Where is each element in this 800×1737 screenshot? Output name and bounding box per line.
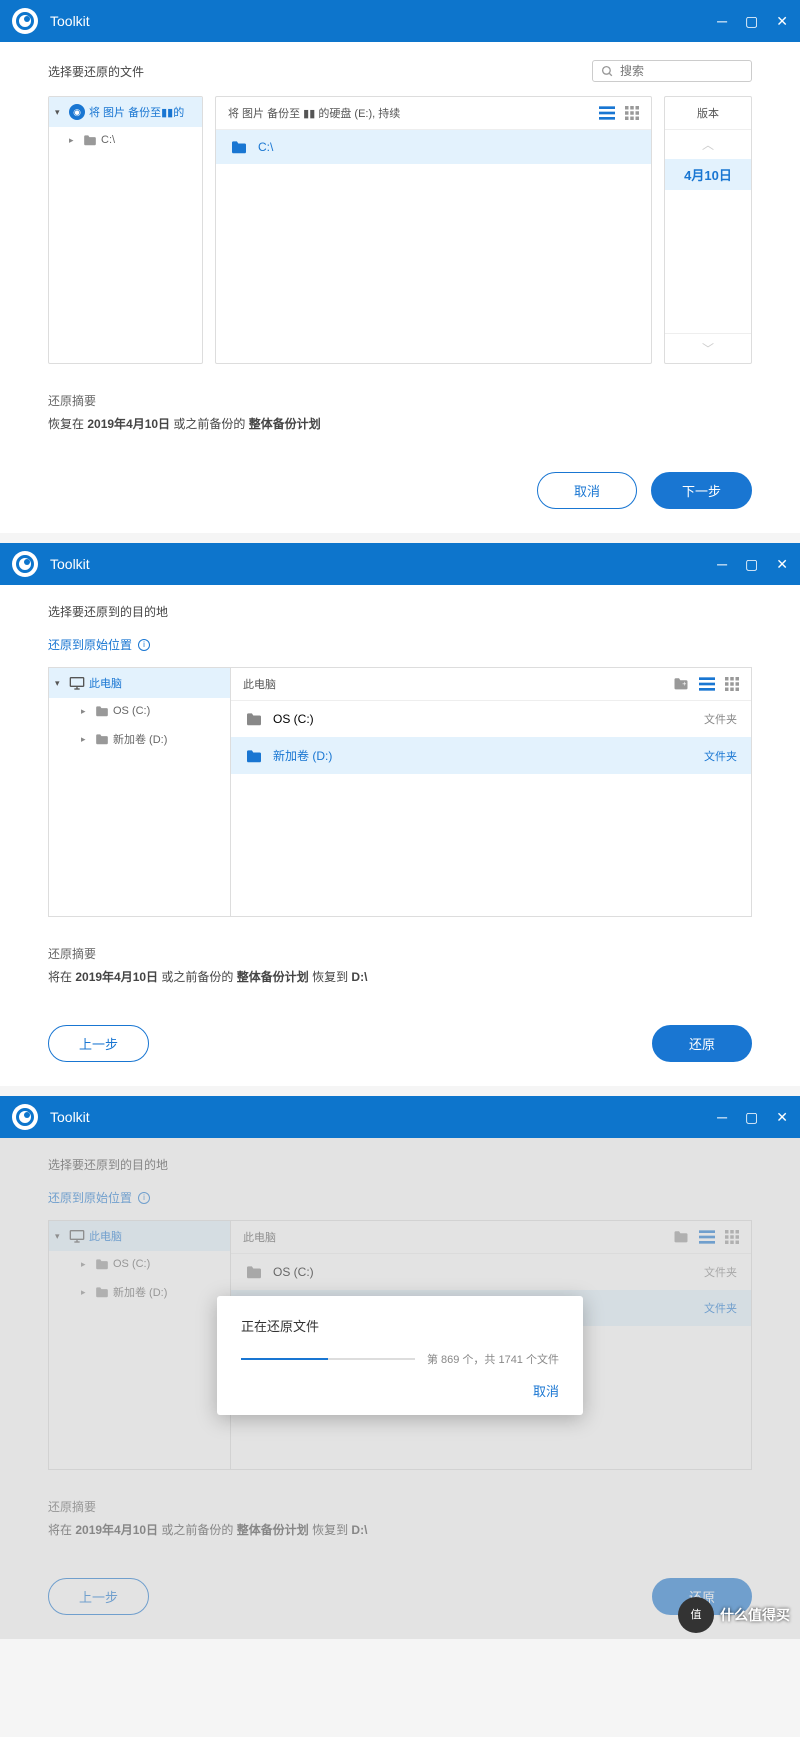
next-button[interactable]: 下一步 [651, 472, 752, 509]
titlebar: Toolkit ─ ▢ ✕ [0, 1096, 800, 1138]
file-panel: 将 图片 备份至 ▮▮ 的硬盘 (E:), 持续 [215, 96, 652, 364]
tree-drive-c[interactable]: ▸ C:\ [49, 127, 202, 153]
app-logo-icon [12, 551, 38, 577]
grid-view-icon[interactable] [725, 677, 739, 691]
folder-icon [245, 749, 263, 763]
minimize-icon[interactable]: ─ [717, 557, 727, 571]
close-icon[interactable]: ✕ [776, 14, 788, 28]
minimize-icon[interactable]: ─ [717, 1110, 727, 1124]
folder-icon [83, 134, 97, 146]
new-folder-icon[interactable]: + [673, 677, 689, 691]
chevron-down-icon: ▾ [55, 678, 65, 689]
summary-text: 将在 2019年4月10日 或之前备份的 整体备份计划 恢复到 D:\ [48, 968, 752, 985]
progress-text: 第 869 个，共 1741 个文件 [427, 1351, 559, 1367]
pc-icon [69, 676, 85, 690]
folder-icon [95, 705, 109, 717]
tree-drive-os[interactable]: ▸ OS (C:) [49, 698, 230, 724]
tree-drive-d[interactable]: ▸ 新加卷 (D:) [49, 724, 230, 754]
progress-dialog: 正在还原文件 第 869 个，共 1741 个文件 取消 [217, 1296, 583, 1415]
summary-title: 还原摘要 [48, 392, 752, 409]
watermark-text: 什么值得买 [720, 1605, 790, 1625]
app-title: Toolkit [50, 556, 717, 572]
link-label: 还原到原始位置 [48, 636, 132, 653]
cancel-button[interactable]: 取消 [537, 472, 637, 509]
maximize-icon[interactable]: ▢ [745, 557, 758, 571]
tree-panel: ▾ 此电脑 ▸ OS (C:) ▸ 新加卷 (D:) [48, 667, 230, 917]
restore-original-link[interactable]: 还原到原始位置 i [48, 636, 752, 653]
file-name: C:\ [258, 140, 637, 154]
dialog-cancel-button[interactable]: 取消 [533, 1384, 559, 1399]
chevron-right-icon: ▸ [81, 734, 91, 745]
list-view-icon[interactable] [699, 677, 715, 691]
breadcrumb: 此电脑 [243, 676, 673, 692]
folder-icon [230, 140, 248, 154]
file-panel: 此电脑 + OS (C:) 文件夹 [230, 667, 752, 917]
titlebar: Toolkit ─ ▢ ✕ [0, 543, 800, 585]
plan-icon: ◉ [69, 104, 85, 120]
file-row-os[interactable]: OS (C:) 文件夹 [231, 701, 751, 737]
summary-text: 恢复在 2019年4月10日 或之前备份的 整体备份计划 [48, 415, 752, 432]
app-logo-icon [12, 1104, 38, 1130]
tree-label: OS (C:) [113, 705, 150, 717]
tree-label: 此电脑 [89, 675, 122, 691]
app-logo-icon [12, 8, 38, 34]
version-date[interactable]: 4月10日 [665, 159, 751, 190]
file-row-d[interactable]: 新加卷 (D:) 文件夹 [231, 737, 751, 774]
minimize-icon[interactable]: ─ [717, 14, 727, 28]
list-view-icon[interactable] [599, 106, 615, 120]
tree-this-pc[interactable]: ▾ 此电脑 [49, 668, 230, 698]
version-panel: 版本 ︿ 4月10日 ﹀ [664, 96, 752, 364]
maximize-icon[interactable]: ▢ [745, 1110, 758, 1124]
window-restore-select-files: Toolkit ─ ▢ ✕ 选择要还原的文件 ▾ ◉ 将 图片 备份至▮▮的 [0, 0, 800, 533]
tree-label: 新加卷 (D:) [113, 731, 167, 747]
window-restore-progress: Toolkit ─ ▢ ✕ 选择要还原到的目的地 还原到原始位置 i ▾ 此电脑… [0, 1096, 800, 1639]
file-type: 文件夹 [704, 748, 737, 764]
chevron-up-icon[interactable]: ︿ [665, 130, 751, 159]
prev-button[interactable]: 上一步 [48, 1025, 149, 1062]
file-row-c[interactable]: C:\ [216, 130, 651, 164]
grid-view-icon[interactable] [625, 106, 639, 120]
tree-backup-plan[interactable]: ▾ ◉ 将 图片 备份至▮▮的 [49, 97, 202, 127]
watermark-badge: 值 [678, 1597, 714, 1633]
version-title: 版本 [665, 97, 751, 130]
tree-drive-label: C:\ [101, 134, 115, 146]
app-title: Toolkit [50, 1109, 717, 1125]
page-subtitle: 选择要还原的文件 [48, 63, 144, 80]
restore-button[interactable]: 还原 [652, 1025, 752, 1062]
app-title: Toolkit [50, 13, 717, 29]
tree-plan-label: 将 图片 备份至▮▮的 [89, 104, 184, 120]
progress-fill [241, 1358, 328, 1360]
svg-text:+: + [682, 680, 686, 688]
chevron-right-icon: ▸ [69, 135, 79, 146]
window-restore-destination: Toolkit ─ ▢ ✕ 选择要还原到的目的地 还原到原始位置 i ▾ 此电脑 [0, 543, 800, 1086]
progress-bar [241, 1358, 415, 1360]
search-input[interactable] [620, 64, 775, 78]
file-name: OS (C:) [273, 712, 704, 726]
tree-panel: ▾ ◉ 将 图片 备份至▮▮的 ▸ C:\ [48, 96, 203, 364]
close-icon[interactable]: ✕ [776, 557, 788, 571]
folder-icon [95, 733, 109, 745]
chevron-down-icon: ▾ [55, 107, 65, 118]
close-icon[interactable]: ✕ [776, 1110, 788, 1124]
breadcrumb: 将 图片 备份至 ▮▮ 的硬盘 (E:), 持续 [228, 105, 599, 121]
file-type: 文件夹 [704, 711, 737, 727]
summary-title: 还原摘要 [48, 945, 752, 962]
info-icon: i [138, 639, 150, 651]
file-name: 新加卷 (D:) [273, 747, 704, 764]
search-icon [601, 65, 614, 78]
maximize-icon[interactable]: ▢ [745, 14, 758, 28]
folder-icon [245, 712, 263, 726]
dialog-title: 正在还原文件 [241, 1316, 559, 1335]
search-input-wrap[interactable] [592, 60, 752, 82]
titlebar: Toolkit ─ ▢ ✕ [0, 0, 800, 42]
chevron-right-icon: ▸ [81, 706, 91, 717]
chevron-down-icon[interactable]: ﹀ [665, 333, 751, 363]
watermark: 值 什么值得买 [678, 1597, 790, 1633]
page-subtitle: 选择要还原到的目的地 [48, 603, 752, 620]
